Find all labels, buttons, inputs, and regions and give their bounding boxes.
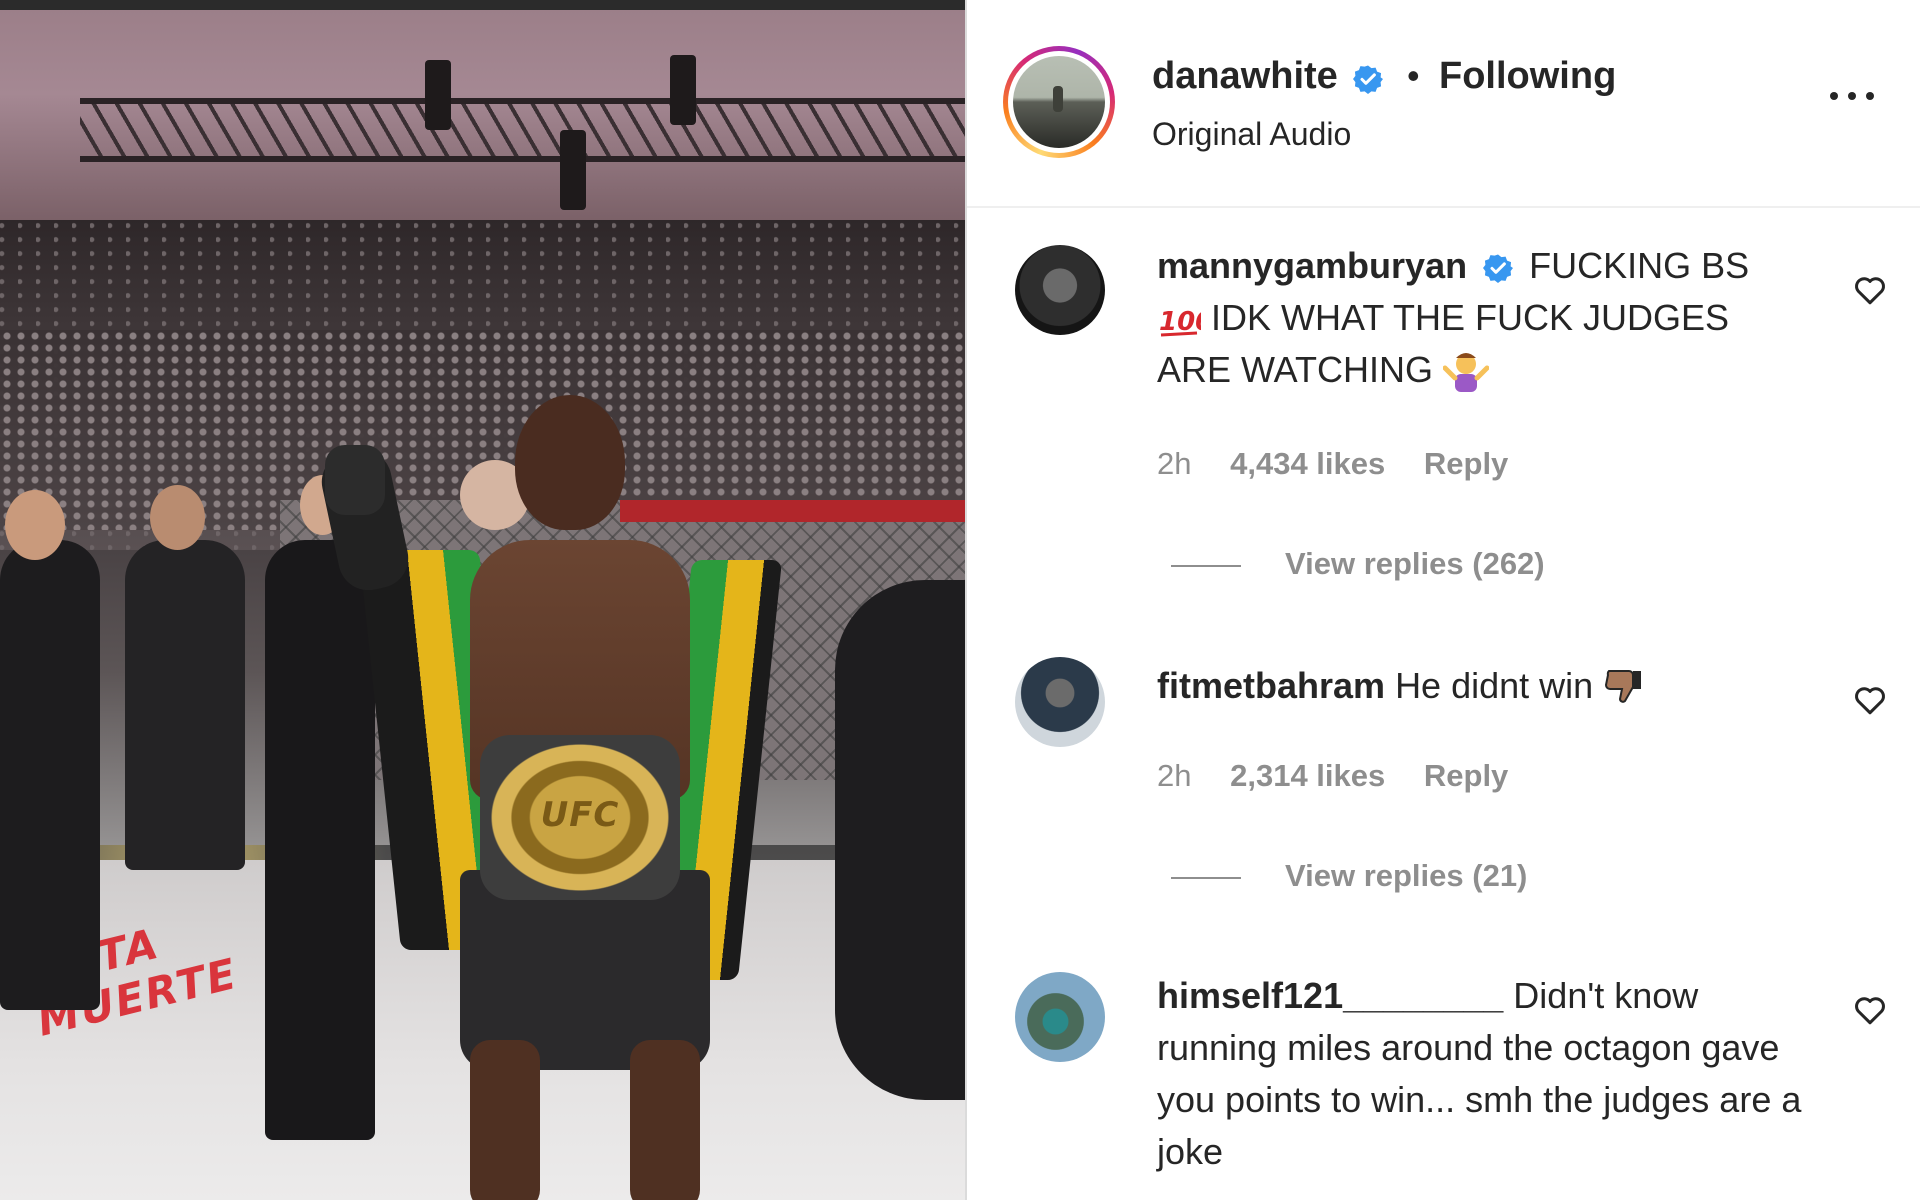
- commenter-avatar[interactable]: [1015, 245, 1105, 335]
- comment-meta: 2h 2,314 likes Reply: [1157, 758, 1538, 794]
- official-head: [150, 485, 205, 550]
- suited-man: [265, 540, 375, 1140]
- comment-body: himself121________ Didn't know running m…: [1157, 970, 1807, 1178]
- hundred-points-emoji: 100: [1159, 307, 1201, 337]
- more-options-icon[interactable]: [1822, 80, 1882, 110]
- post-panel: danawhite • Following Original Audio man…: [967, 0, 1920, 1200]
- separator-dot: •: [1407, 55, 1420, 96]
- heart-outline-icon[interactable]: [1852, 272, 1888, 308]
- following-button[interactable]: Following: [1439, 55, 1616, 98]
- belt-logo: UFC: [540, 795, 620, 835]
- glove: [325, 445, 385, 515]
- view-replies-line: [1171, 876, 1241, 879]
- foreground-person: [835, 580, 965, 1100]
- lighting-truss: [80, 98, 965, 162]
- fence-banner: [620, 500, 965, 522]
- commenter-username[interactable]: fitmetbahram: [1157, 665, 1385, 706]
- person-left-head: [5, 490, 65, 560]
- reply-button[interactable]: Reply: [1424, 446, 1508, 481]
- official: [125, 540, 245, 870]
- stage-light: [560, 130, 586, 210]
- commenter-username[interactable]: mannygamburyan: [1157, 245, 1467, 286]
- heart-outline-icon[interactable]: [1852, 992, 1888, 1028]
- stage-light: [670, 55, 696, 125]
- video-top-edge: [0, 0, 965, 10]
- view-replies-line: [1171, 564, 1241, 567]
- verified-badge-icon: [1353, 65, 1383, 94]
- person-left: [0, 540, 100, 1010]
- comment-text: FUCKING BS: [1529, 245, 1750, 286]
- fighter-leg: [630, 1040, 700, 1200]
- heart-outline-icon[interactable]: [1852, 682, 1888, 718]
- audio-label[interactable]: Original Audio: [1152, 116, 1351, 153]
- author-username[interactable]: danawhite: [1152, 55, 1338, 98]
- comment-likes[interactable]: 2,314 likes: [1230, 758, 1385, 793]
- comment-body: fitmetbahram He didnt win: [1157, 660, 1807, 712]
- comment-meta: 2h 4,434 likes Reply: [1157, 446, 1538, 482]
- person-shrugging-emoji: [1443, 353, 1490, 393]
- comment-body: mannygamburyan FUCKING BS 100 IDK WHAT T…: [1157, 240, 1807, 396]
- video-player[interactable]: SANTA MUERTE UFC: [0, 0, 965, 1200]
- fighter-leg: [470, 1040, 540, 1200]
- post-header: danawhite • Following Original Audio: [967, 0, 1920, 208]
- comment-text: He didnt win: [1395, 665, 1594, 706]
- verified-badge-icon: [1483, 254, 1514, 284]
- comment-time: 2h: [1157, 758, 1192, 793]
- reply-button[interactable]: Reply: [1424, 758, 1508, 793]
- commenter-avatar[interactable]: [1015, 972, 1105, 1062]
- view-replies-button[interactable]: View replies (262): [1171, 546, 1545, 582]
- stage-light: [425, 60, 451, 130]
- commenter-username[interactable]: himself121________: [1157, 975, 1503, 1016]
- comment-time: 2h: [1157, 446, 1192, 481]
- fighter-head: [515, 395, 625, 530]
- view-replies-button[interactable]: View replies (21): [1171, 858, 1527, 894]
- author-avatar[interactable]: [1003, 46, 1115, 158]
- commenter-avatar[interactable]: [1015, 657, 1105, 747]
- thumbs-down-emoji: [1605, 670, 1642, 704]
- comment-likes[interactable]: 4,434 likes: [1230, 446, 1385, 481]
